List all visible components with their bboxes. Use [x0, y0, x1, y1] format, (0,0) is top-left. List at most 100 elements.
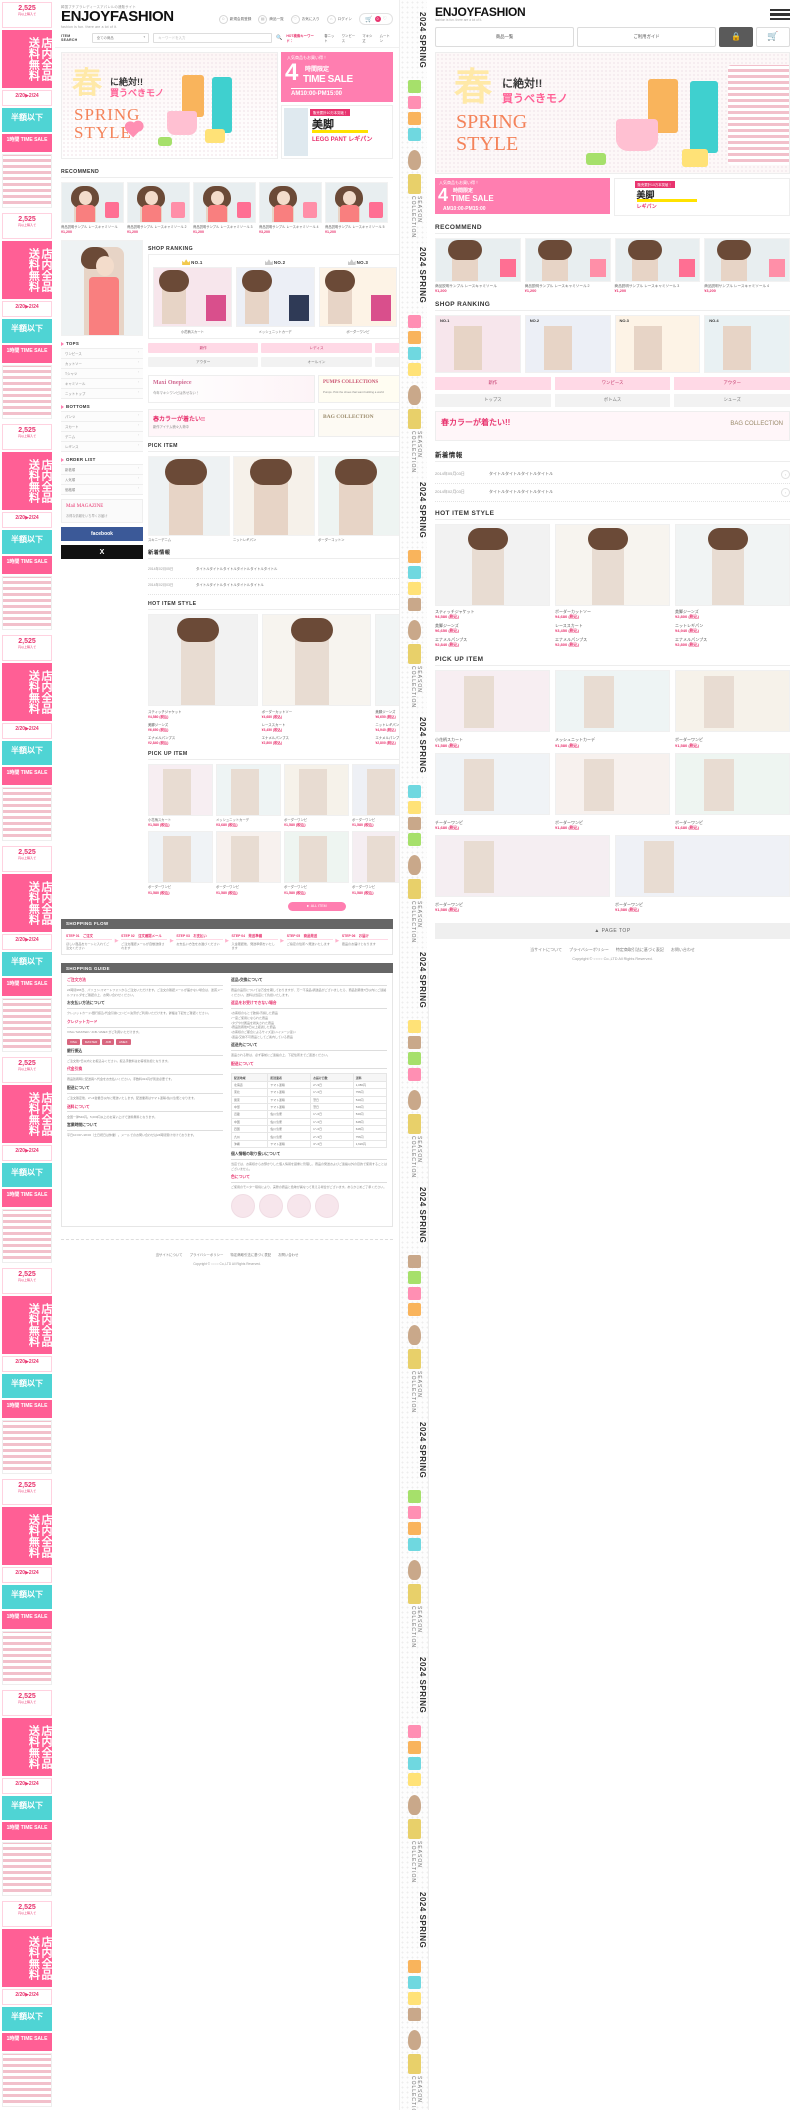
sidebar-category-item[interactable]: 価格順 [61, 485, 143, 496]
mobile-hotitem-card[interactable]: スティッチジャケット ¥4,580 (税込) 美脚ジーンズ ¥6,650 (税込) エナ… [435, 523, 550, 649]
search-input[interactable]: キーワードを入力 [153, 32, 273, 43]
sidebar-category-item[interactable]: ニットトップ [61, 389, 143, 400]
sidebar-category-item[interactable]: パンツ [61, 412, 143, 423]
promo-ribbon-cell[interactable]: 2,525 円以上購入で 店内全品送料無料 2/20▶2/24 半額以下 1時間 TIME… [0, 1055, 55, 1266]
banner-maxi-onepiece[interactable]: Maxi Onepiece 今年マキシワンピは外せない！ [148, 375, 315, 404]
pickup-card[interactable]: ボーダーワンピ¥1,580 (税込) [284, 831, 349, 895]
mobile-product-card[interactable]: 商品説明サンプル レースキャミソール ¥1,200 [435, 237, 521, 293]
mobile-footer-link[interactable]: プライバシーポリシー [569, 947, 609, 953]
sidebar-category-item[interactable]: カットソー [61, 359, 143, 370]
header-nav-register[interactable]: ☺ 新規会員登録 [218, 14, 251, 24]
footer-link[interactable]: 特定商取引法に基づく表記 [230, 1252, 271, 1257]
hot-keyword-1[interactable]: ワンピース [342, 33, 359, 43]
mobile-pickup-image[interactable] [435, 752, 550, 815]
mobile-footer-link[interactable]: 当サイトについて [530, 947, 562, 953]
cart-button[interactable]: 🛒 0 ♡ [359, 13, 393, 25]
mobile-leggings-banner[interactable]: 販売累計10万本突破！ 美脚 レギパン [613, 177, 790, 216]
promo-ribbon-cell[interactable]: 2,525 円以上購入で 店内全品送料無料 2/20▶2/24 半額以下 1時間 TIME… [0, 1266, 55, 1477]
mobile-pickup-image[interactable] [435, 834, 610, 897]
mobile-product-card[interactable]: 商品説明サンプル レースキャミソール 2 ¥1,200 [524, 237, 611, 293]
search-category-select[interactable]: 全ての商品 [91, 32, 150, 43]
mobile-footer-link[interactable]: お問い合わせ [671, 947, 695, 953]
search-icon[interactable]: 🔍 [276, 35, 282, 41]
sidebar-category-item[interactable]: スカート [61, 422, 143, 433]
mobile-pickup-image[interactable] [555, 752, 670, 815]
mail-magazine-box[interactable]: Mail MAGAZINE お得な情報をいち早くお届け [61, 499, 143, 524]
mobile-ranking-card[interactable]: NO.4 [704, 314, 790, 373]
mobile-hero-banner[interactable]: 春 に絶対!! 買うべきモノ SPRING STYLE [435, 51, 790, 174]
mobile-pickup-image[interactable] [615, 834, 790, 897]
category-tag[interactable]: アウター [148, 357, 259, 368]
ranking-card[interactable]: NO.3 ボーダーワンピ [318, 259, 398, 334]
mobile-category-tag[interactable]: シューズ [674, 393, 791, 407]
mobile-product-card[interactable]: 商品説明サンプル レースキャミソール 3 ¥1,200 [614, 237, 701, 293]
facebook-button[interactable]: facebook [61, 527, 143, 542]
chevron-right-icon[interactable]: › [781, 469, 790, 479]
leggings-banner[interactable]: 販売累計10万本突破！ 美脚 LEGG PANT レギパン [281, 104, 393, 159]
promo-ribbon-cell[interactable]: 2,525 円以上購入で 店内全品送料無料 2/20▶2/24 半額以下 1時間 TIME… [0, 1899, 55, 2110]
promo-ribbon-cell[interactable]: 2,525 円以上購入で 店内全品送料無料 2/20▶2/24 半額以下 1時間 TIME… [0, 1477, 55, 1688]
header-nav-favorites[interactable]: ♡ お気に入り [290, 14, 320, 24]
mobile-hotitem-card[interactable]: 美脚ジーンズ ¥2,800 (税込) ニットレギパン ¥4,940 (税込) エナメルパ… [675, 523, 790, 649]
sidebar-category-item[interactable]: レギンス [61, 442, 143, 453]
promo-ribbon-cell[interactable]: 2,525 円以上購入で 店内全品送料無料 2/20▶2/24 半額以下 1時間 TIME… [0, 211, 55, 422]
mobile-category-tag[interactable]: 新作 [435, 376, 551, 390]
banner-spring-color[interactable]: 春カラーが着たい!! 新作アイテム続々入荷中 [148, 409, 315, 438]
promo-ribbon-cell[interactable]: 2,525 円以上購入で 店内全品送料無料 2/20▶2/24 半額以下 1時間 TIME… [0, 633, 55, 844]
sidebar-category-item[interactable]: ワンピース [61, 349, 143, 360]
footer-link[interactable]: 当サイトについて [156, 1252, 183, 1257]
pickup-card[interactable]: メッシュニットカーデ ¥3,680 (税込) [216, 763, 281, 828]
hotitem-card[interactable]: ボーダーカットソー ¥4,680 (税込) レーススカート ¥3,450 (税込) エナ… [261, 613, 372, 745]
mobile-category-tag[interactable]: トップス [435, 393, 551, 407]
mobile-category-tag[interactable]: ワンピース [554, 376, 671, 390]
sidebar-category-item[interactable]: デニム [61, 432, 143, 443]
pick-item-card[interactable]: ニットレギパン [233, 456, 315, 542]
pick-item-card[interactable]: スキニーデニム [148, 456, 230, 542]
ranking-card[interactable]: NO.2 メッシュニットカーデ [235, 259, 315, 334]
mobile-hotitem-card[interactable]: ボーダーカットソー ¥4,680 (税込) レーススカート ¥3,450 (税込) エナ… [555, 523, 670, 649]
category-tag[interactable]: オールイン [261, 357, 372, 368]
lock-icon[interactable]: 🔒 [719, 26, 753, 47]
product-card[interactable]: 商品説明サンプル レースキャミソール 2 ¥1,200 [127, 181, 190, 234]
mobile-footer-link[interactable]: 特定商取引法に基づく表記 [616, 947, 664, 953]
product-card[interactable]: 商品説明サンプル レースキャミソール ¥1,200 [61, 181, 124, 234]
x-button[interactable]: X [61, 545, 143, 560]
product-card[interactable]: 商品説明サンプル レースキャミソール 3 ¥1,200 [193, 181, 256, 234]
mobile-category-tag[interactable]: ボトムス [554, 393, 671, 407]
hotitem-card[interactable]: スティッチジャケット ¥4,580 (税込) 美脚ジーンズ ¥6,650 (税込) エナ… [148, 613, 258, 745]
promo-ribbon-cell[interactable]: 2,525 円以上購入で 店内全品送料無料 2/20▶2/24 半額以下 1時間 TIME… [0, 422, 55, 633]
category-tag[interactable]: 新作 [148, 343, 259, 354]
chevron-right-icon[interactable]: › [781, 487, 790, 497]
pickup-card[interactable]: ボーダーワンピ¥1,580 (税込) [284, 763, 349, 828]
category-tag[interactable]: レディス [261, 343, 372, 354]
mobile-category-tag[interactable]: アウター [674, 376, 791, 390]
promo-ribbon-cell[interactable]: 2,525 円以上購入で 店内全品送料無料 2/20▶2/24 半額以下 1時間 TIME… [0, 0, 55, 211]
promo-ribbon-cell[interactable]: 2,525 円以上購入で 店内全品送料無料 2/20▶2/24 半額以下 1時間 TIME… [0, 844, 55, 1055]
mobile-news-row[interactable]: 2014年05月03日 タイトルタイトルタイトルタイトル › [435, 466, 790, 484]
hot-keyword-2[interactable]: マキシ丈 [362, 33, 375, 43]
promo-ribbon-cell[interactable]: 2,525 円以上購入で 店内全品送料無料 2/20▶2/24 半額以下 1時間 TIME… [0, 1688, 55, 1899]
mobile-pickup-image[interactable] [555, 670, 670, 733]
product-card[interactable]: 商品説明サンプル レースキャミソール 5 ¥1,200 [325, 181, 388, 234]
mobile-product-card[interactable]: 商品説明サンプル レースキャミソール 4 ¥3,200 [704, 237, 790, 293]
mobile-ranking-card[interactable]: NO.1 [435, 314, 521, 373]
mobile-news-row[interactable]: 2014年02月03日 タイトルタイトルタイトルタイトル › [435, 484, 790, 502]
cart-icon[interactable]: 🛒 [756, 26, 790, 47]
mobile-pickup-image[interactable] [435, 670, 550, 733]
timesale-banner[interactable]: 人気商品もお買い得！ 4 時間限定 TIME SALE AM10:00-PM15… [281, 51, 393, 102]
header-nav-login[interactable]: ⌂ ログイン [326, 14, 352, 24]
mobile-timesale-banner[interactable]: 人気商品もお買い得！ 4 時間限定 TIME SALE AM10:00-PM15… [435, 177, 610, 214]
sidebar-category-item[interactable]: Tシャツ [61, 369, 143, 380]
sidebar-category-item[interactable]: キャミソール [61, 379, 143, 390]
pickup-card[interactable]: ボーダーワンピ¥1,580 (税込) [216, 831, 281, 895]
sidebar-category-item[interactable]: 人気順 [61, 475, 143, 486]
mobile-nav-itemlist[interactable]: 商品一覧 [435, 26, 574, 47]
mobile-ranking-card[interactable]: NO.2 [524, 314, 611, 373]
footer-link[interactable]: プライバシーポリシー [190, 1252, 224, 1257]
all-item-button[interactable]: ► ALL ITEM [287, 901, 346, 911]
hot-keyword-3[interactable]: ムートン [380, 33, 393, 43]
brand-block[interactable]: 韓国プチプラレディースアパレルの通販サイト ENJOYFASHION fashi… [61, 4, 211, 29]
pickup-card[interactable]: 小花柄スカート ¥1,580 (税込) [148, 763, 213, 828]
mobile-ranking-card[interactable]: NO.3 [614, 314, 701, 373]
mobile-pickup-image[interactable] [675, 670, 790, 733]
